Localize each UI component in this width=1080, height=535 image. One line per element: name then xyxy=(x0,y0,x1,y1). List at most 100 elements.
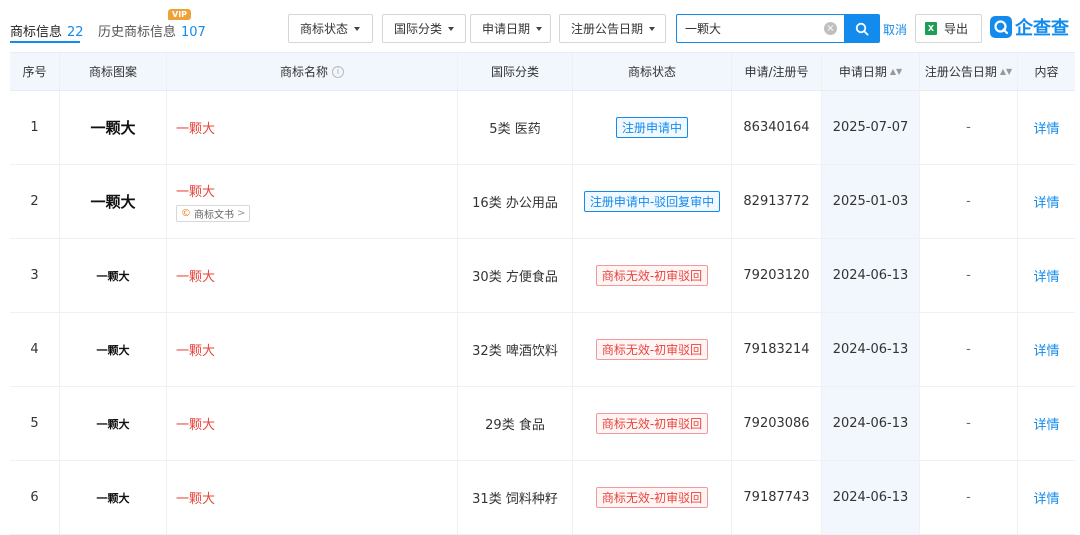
header-reg-no: 申请/注册号 xyxy=(732,53,822,90)
trademark-name-link[interactable]: 一颗大 xyxy=(176,266,215,285)
info-icon[interactable]: i xyxy=(332,65,344,78)
trademark-image[interactable]: 一颗大 xyxy=(60,165,167,238)
filter-notice-date[interactable]: 注册公告日期 xyxy=(559,14,666,43)
search-button[interactable] xyxy=(844,14,880,43)
apply-date-cell: 2024-06-13 xyxy=(822,387,920,460)
table-row: 4 一颗大 一颗大 32类 啤酒饮料 商标无效-初审驳回 79183214 20… xyxy=(10,313,1075,387)
document-icon: © xyxy=(181,208,191,219)
notice-date-cell: - xyxy=(920,313,1018,386)
header-name: 商标名称 i xyxy=(167,53,458,90)
trademark-name-link[interactable]: 一颗大 xyxy=(176,488,215,507)
class-cell: 16类 办公用品 xyxy=(458,165,573,238)
status-cell: 商标无效-初审驳回 xyxy=(573,461,732,534)
doc-tag-label: 商标文书 xyxy=(194,210,234,221)
sort-icon[interactable]: ▲▼ xyxy=(890,67,902,76)
trademark-name-link[interactable]: 一颗大 xyxy=(176,118,215,137)
sort-icon[interactable]: ▲▼ xyxy=(1000,67,1012,76)
search-icon xyxy=(855,22,869,36)
detail-link[interactable]: 详情 xyxy=(1033,266,1059,285)
chevron-right-icon: > xyxy=(237,208,246,219)
content-cell: 详情 xyxy=(1018,461,1075,534)
header-notice-date[interactable]: 注册公告日期 ▲▼ xyxy=(920,53,1018,90)
excel-icon: X xyxy=(925,22,937,35)
class-cell: 32类 啤酒饮料 xyxy=(458,313,573,386)
header-index: 序号 xyxy=(10,53,60,90)
class-cell: 30类 方便食品 xyxy=(458,239,573,312)
trademark-image[interactable]: 一颗大 xyxy=(60,387,167,460)
filter-apply-date[interactable]: 申请日期 xyxy=(470,14,551,43)
apply-date-cell: 2025-07-07 xyxy=(822,91,920,164)
tab-label: 商标信息 xyxy=(10,25,63,40)
trademark-image-text: 一颗大 xyxy=(96,417,130,431)
table-row: 1 一颗大 一颗大 5类 医药 注册申请中 86340164 2025-07-0… xyxy=(10,91,1075,165)
apply-date-cell: 2024-06-13 xyxy=(822,239,920,312)
detail-link[interactable]: 详情 xyxy=(1033,118,1059,137)
caret-down-icon xyxy=(354,26,361,31)
detail-link[interactable]: 详情 xyxy=(1033,488,1059,507)
header-image: 商标图案 xyxy=(60,53,167,90)
detail-link[interactable]: 详情 xyxy=(1033,414,1059,433)
reg-no-cell: 79203086 xyxy=(732,387,822,460)
row-index: 1 xyxy=(10,91,60,164)
row-index: 4 xyxy=(10,313,60,386)
content-cell: 详情 xyxy=(1018,165,1075,238)
tab-history-trademark-info[interactable]: 历史商标信息 107 xyxy=(98,21,206,40)
logo-text: 企查查 xyxy=(1015,18,1069,39)
trademark-name-link[interactable]: 一颗大 xyxy=(176,340,215,359)
trademark-image[interactable]: 一颗大 xyxy=(60,91,167,164)
toolbar: 商标信息 22 历史商标信息 107 VIP 商标状态 国际分类 申请日期 注册公告… xyxy=(0,0,1080,52)
apply-date-cell: 2024-06-13 xyxy=(822,461,920,534)
notice-date-cell: - xyxy=(920,165,1018,238)
detail-link[interactable]: 详情 xyxy=(1033,340,1059,359)
table-row: 6 一颗大 一颗大 31类 饲料种籽 商标无效-初审驳回 79187743 20… xyxy=(10,461,1075,535)
status-badge: 商标无效-初审驳回 xyxy=(595,339,709,360)
reg-no-cell: 79187743 xyxy=(732,461,822,534)
caret-down-icon xyxy=(448,26,455,31)
content-cell: 详情 xyxy=(1018,239,1075,312)
header-notice-date-label: 注册公告日期 xyxy=(924,65,997,79)
vip-badge: VIP xyxy=(168,9,192,20)
class-cell: 31类 饲料种籽 xyxy=(458,461,573,534)
trademark-image-text: 一颗大 xyxy=(90,119,136,137)
content-cell: 详情 xyxy=(1018,313,1075,386)
filter-trademark-status[interactable]: 商标状态 xyxy=(288,14,373,43)
clear-icon[interactable]: × xyxy=(824,22,837,35)
trademark-image[interactable]: 一颗大 xyxy=(60,313,167,386)
active-tab-indicator xyxy=(10,41,80,43)
trademark-document-tag[interactable]: © 商标文书 > xyxy=(176,205,251,222)
content-cell: 详情 xyxy=(1018,91,1075,164)
header-apply-date-label: 申请日期 xyxy=(838,65,887,79)
trademark-image[interactable]: 一颗大 xyxy=(60,461,167,534)
trademark-image-text: 一颗大 xyxy=(96,343,130,357)
row-index: 6 xyxy=(10,461,60,534)
trademark-image[interactable]: 一颗大 xyxy=(60,239,167,312)
trademark-name-link[interactable]: 一颗大 xyxy=(176,181,215,200)
export-button[interactable]: X 导出 xyxy=(915,14,982,43)
filter-label: 注册公告日期 xyxy=(571,22,644,36)
status-badge: 注册申请中-驳回复审中 xyxy=(583,191,721,212)
content-cell: 详情 xyxy=(1018,387,1075,460)
notice-date-cell: - xyxy=(920,461,1018,534)
caret-down-icon xyxy=(649,26,656,31)
notice-date-value: - xyxy=(966,416,971,431)
trademark-image-text: 一颗大 xyxy=(96,491,130,505)
notice-date-cell: - xyxy=(920,91,1018,164)
name-cell: 一颗大 xyxy=(167,461,458,534)
tab-label: 历史商标信息 xyxy=(98,25,177,40)
tab-trademark-info[interactable]: 商标信息 22 xyxy=(10,21,84,40)
name-cell: 一颗大 © 商标文书 > xyxy=(167,165,458,238)
filter-international-class[interactable]: 国际分类 xyxy=(382,14,466,43)
notice-date-cell: - xyxy=(920,239,1018,312)
name-cell: 一颗大 xyxy=(167,91,458,164)
header-apply-date[interactable]: 申请日期 ▲▼ xyxy=(822,53,920,90)
search-input[interactable] xyxy=(676,14,844,43)
detail-link[interactable]: 详情 xyxy=(1033,192,1059,211)
table-row: 5 一颗大 一颗大 29类 食品 商标无效-初审驳回 79203086 2024… xyxy=(10,387,1075,461)
cancel-link[interactable]: 取消 xyxy=(883,21,907,38)
table-row: 2 一颗大 一颗大 © 商标文书 > 16类 办公用品 注册申请中-驳回复审中 82… xyxy=(10,165,1075,239)
class-cell: 5类 医药 xyxy=(458,91,573,164)
trademark-name-link[interactable]: 一颗大 xyxy=(176,414,215,433)
notice-date-value: - xyxy=(966,194,971,209)
status-cell: 商标无效-初审驳回 xyxy=(573,387,732,460)
trademark-image-text: 一颗大 xyxy=(90,193,136,211)
